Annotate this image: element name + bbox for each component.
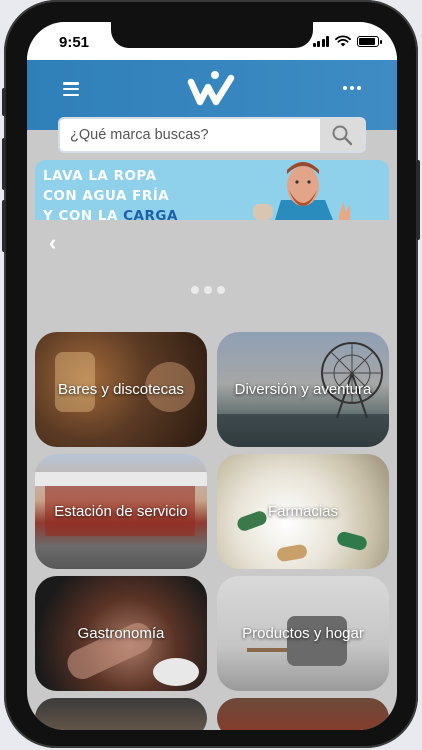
station-canopy-image bbox=[35, 472, 207, 486]
carousel-dot[interactable] bbox=[204, 286, 212, 294]
power-button bbox=[416, 160, 420, 240]
status-time: 9:51 bbox=[59, 34, 90, 51]
crowd-image bbox=[217, 414, 389, 447]
category-tile-partial[interactable] bbox=[217, 698, 389, 730]
banner-man-image bbox=[253, 162, 350, 220]
category-label: Estación de servicio bbox=[54, 503, 188, 520]
notch bbox=[111, 22, 313, 48]
banner-line-2: CON AGUA FRÍA bbox=[43, 188, 170, 204]
carousel: ‹ bbox=[27, 220, 397, 330]
search-input[interactable] bbox=[60, 119, 322, 151]
category-tile-diversion[interactable]: Diversión y aventura bbox=[217, 332, 389, 447]
volume-up-button bbox=[2, 138, 6, 190]
status-bar: 9:51 bbox=[27, 22, 397, 60]
menu-icon[interactable] bbox=[63, 82, 79, 96]
carousel-prev-icon[interactable]: ‹ bbox=[49, 230, 56, 256]
side-table-image bbox=[247, 648, 287, 682]
pill-image bbox=[335, 530, 369, 552]
ferris-wheel-image bbox=[321, 342, 383, 418]
search-button[interactable] bbox=[320, 119, 364, 151]
category-label: Gastronomía bbox=[77, 625, 165, 642]
category-tile-partial[interactable] bbox=[35, 698, 207, 730]
app-screen: 9:51 ¿Qué marca buscas? LAVA LA ROPA CON… bbox=[27, 22, 397, 730]
category-tile-gastronomia[interactable]: Gastronomía bbox=[35, 576, 207, 691]
volume-down-button bbox=[2, 200, 6, 252]
search-bar bbox=[58, 117, 366, 153]
pill-image bbox=[276, 543, 308, 563]
pill-image bbox=[235, 509, 269, 533]
promo-banner[interactable]: LAVA LA ROPA CON AGUA FRÍA Y CON LA CARG… bbox=[35, 160, 389, 220]
w-logo bbox=[187, 71, 235, 106]
mute-switch bbox=[2, 88, 6, 116]
status-icons bbox=[312, 35, 382, 47]
category-tile-estacion[interactable]: Estación de servicio bbox=[35, 454, 207, 569]
carousel-dot[interactable] bbox=[191, 286, 199, 294]
category-label: Bares y discotecas bbox=[58, 381, 184, 398]
search-icon bbox=[332, 125, 353, 146]
battery-icon bbox=[357, 35, 382, 47]
carousel-dot[interactable] bbox=[217, 286, 225, 294]
banner-line-1: LAVA LA ROPA bbox=[43, 168, 157, 184]
sauce-bowl-image bbox=[153, 658, 199, 686]
more-options-icon[interactable] bbox=[343, 86, 361, 90]
banner-text: LAVA LA ROPA CON AGUA FRÍA Y CON LA CARG… bbox=[43, 166, 178, 220]
category-label: Productos y hogar bbox=[242, 625, 364, 642]
category-tile-productos[interactable]: Productos y hogar bbox=[217, 576, 389, 691]
category-label: Diversión y aventura bbox=[234, 381, 372, 398]
category-label: Farmacias bbox=[267, 503, 338, 520]
cellular-signal-icon bbox=[312, 35, 329, 47]
carousel-dots bbox=[191, 286, 225, 294]
category-tile-bares[interactable]: Bares y discotecas bbox=[35, 332, 207, 447]
category-tile-farmacias[interactable]: Farmacias bbox=[217, 454, 389, 569]
wifi-icon bbox=[335, 35, 351, 47]
banner-line-3: Y CON LA CARGA bbox=[43, 208, 178, 220]
